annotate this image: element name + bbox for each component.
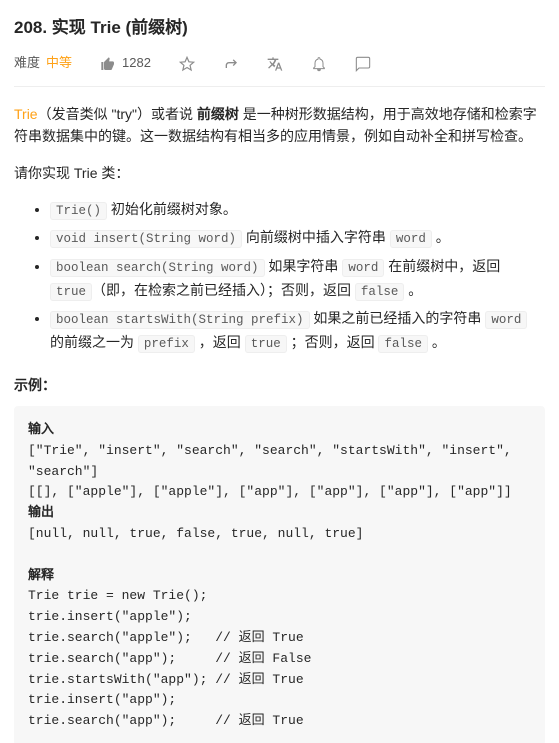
code-inline: false xyxy=(355,283,405,301)
trie-link[interactable]: Trie xyxy=(14,106,38,122)
share-button[interactable] xyxy=(223,56,239,72)
difficulty-value: 中等 xyxy=(46,53,72,74)
difficulty-label: 难度 xyxy=(14,53,40,74)
translate-button[interactable] xyxy=(267,56,283,72)
code-inline: word xyxy=(342,259,384,277)
star-icon xyxy=(179,56,195,72)
code-inline: word xyxy=(485,311,527,329)
translate-icon xyxy=(267,56,283,72)
code-inline: boolean search(String word) xyxy=(50,259,265,277)
problem-title: 208. 实现 Trie (前缀树) xyxy=(14,14,188,41)
code-inline: true xyxy=(50,283,92,301)
feedback-icon xyxy=(355,56,371,72)
difficulty: 难度 中等 xyxy=(14,53,72,74)
meta-bar: 难度 中等 1282 xyxy=(14,53,545,87)
example-codeblock: 输入 ["Trie", "insert", "search", "search"… xyxy=(14,406,545,743)
like-count: 1282 xyxy=(122,53,151,74)
list-item: void insert(String word) 向前缀树中插入字符串 word… xyxy=(50,226,545,250)
code-inline: Trie() xyxy=(50,202,107,220)
list-item: boolean search(String word) 如果字符串 word 在… xyxy=(50,255,545,304)
list-item: boolean startsWith(String prefix) 如果之前已经… xyxy=(50,307,545,356)
code-inline: false xyxy=(378,335,428,353)
thumbs-up-icon xyxy=(100,56,116,72)
list-item: Trie() 初始化前缀树对象。 xyxy=(50,198,545,222)
code-inline: prefix xyxy=(138,335,195,353)
code-inline: true xyxy=(245,335,287,353)
code-inline: void insert(String word) xyxy=(50,230,242,248)
example-label: 示例： xyxy=(14,374,545,396)
bell-icon xyxy=(311,56,327,72)
code-inline: boolean startsWith(String prefix) xyxy=(50,311,310,329)
prompt: 请你实现 Trie 类： xyxy=(14,162,545,184)
like-button[interactable]: 1282 xyxy=(100,53,151,74)
method-list: Trie() 初始化前缀树对象。 void insert(String word… xyxy=(14,198,545,356)
notification-button[interactable] xyxy=(311,56,327,72)
description: Trie（发音类似 "try"）或者说 前缀树 是一种树形数据结构，用于高效地存… xyxy=(14,103,545,148)
feedback-button[interactable] xyxy=(355,56,371,72)
favorite-button[interactable] xyxy=(179,56,195,72)
share-icon xyxy=(223,56,239,72)
code-inline: word xyxy=(390,230,432,248)
